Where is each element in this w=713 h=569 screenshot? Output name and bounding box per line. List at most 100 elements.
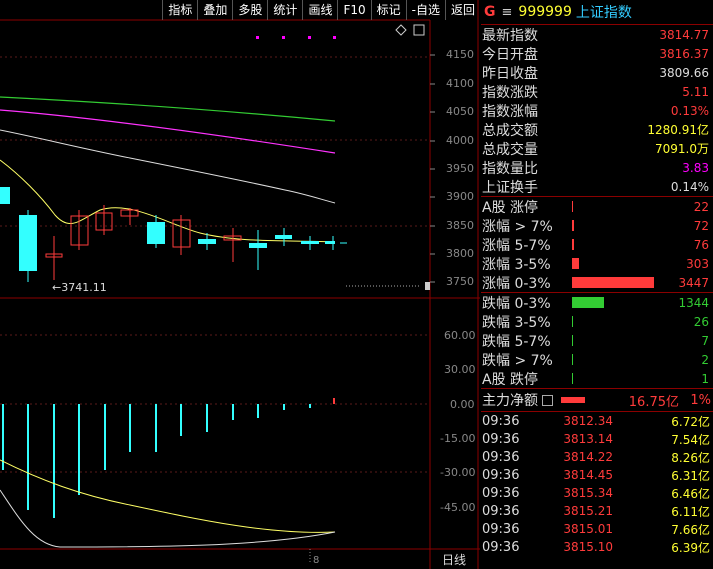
down-bar bbox=[572, 373, 573, 384]
daily-button[interactable]: 日线 bbox=[442, 553, 466, 567]
tick-price: 3815.34 bbox=[563, 486, 613, 500]
back-button[interactable]: 返回 bbox=[444, 0, 480, 20]
remove-watchlist-button[interactable]: -自选 bbox=[405, 0, 445, 20]
up-row: 涨幅 > 7% 72 bbox=[481, 216, 713, 235]
quote-value: 3.83 bbox=[682, 160, 709, 175]
tick-price: 3815.01 bbox=[563, 522, 613, 536]
down-count: 2 bbox=[701, 352, 709, 367]
svg-text:-30.00: -30.00 bbox=[440, 466, 475, 479]
stock-name: 上证指数 bbox=[575, 5, 632, 21]
quote-row: 总成交量 7091.0万 bbox=[481, 139, 713, 158]
tick-price: 3814.22 bbox=[563, 450, 613, 464]
down-label: 跌幅 > 7% bbox=[482, 352, 553, 369]
draw-line-button[interactable]: 画线 bbox=[302, 0, 337, 20]
tick-row: 09:36 3815.01 7.66亿 bbox=[481, 520, 713, 538]
quote-label: 最新指数 bbox=[482, 27, 538, 44]
svg-text:30.00: 30.00 bbox=[444, 363, 476, 376]
stats-button[interactable]: 统计 bbox=[267, 0, 302, 20]
tick-time: 09:36 bbox=[482, 413, 520, 429]
tick-time: 09:36 bbox=[482, 485, 520, 501]
up-count: 3447 bbox=[678, 275, 709, 290]
fund-pct: 1% bbox=[690, 392, 711, 408]
quote-value: 5.11 bbox=[682, 84, 709, 99]
down-row: 跌幅 5-7% 7 bbox=[481, 331, 713, 350]
up-count: 76 bbox=[693, 237, 709, 252]
quote-value: 7091.0万 bbox=[655, 142, 709, 156]
date-tick: 8 bbox=[313, 555, 319, 566]
down-label: A股 跌停 bbox=[482, 371, 539, 388]
overlay-button[interactable]: 叠加 bbox=[197, 0, 232, 20]
down-row: 跌幅 3-5% 26 bbox=[481, 312, 713, 331]
sub-axis: 60.00 30.00 0.00 -15.00 -30.00 -45.00 bbox=[440, 329, 476, 514]
down-row: A股 跌停 1 bbox=[481, 369, 713, 388]
fund-icon[interactable] bbox=[542, 394, 553, 406]
quote-row: 上证换手 0.14% bbox=[481, 177, 713, 196]
mark-button[interactable]: 标记 bbox=[370, 0, 406, 20]
up-label: A股 涨停 bbox=[482, 199, 539, 216]
down-count: 26 bbox=[693, 314, 709, 329]
kline-chart[interactable]: ←3741.11 4150 4100 4050 4000 3950 3900 3… bbox=[0, 0, 480, 569]
tick-row: 09:36 3813.14 7.54亿 bbox=[481, 430, 713, 448]
tick-volume: 6.39亿 bbox=[671, 540, 710, 555]
tick-volume: 6.31亿 bbox=[671, 468, 710, 483]
multi-stock-button[interactable]: 多股 bbox=[232, 0, 267, 20]
stock-code: 999999 bbox=[518, 4, 572, 20]
fund-label: 主力净额 bbox=[482, 393, 538, 409]
quote-list: 最新指数 3814.77 今日开盘 3816.37 昨日收盘 3809.66 指数涨跌 5.1… bbox=[481, 25, 713, 196]
tick-price: 3814.45 bbox=[563, 468, 613, 482]
menu-icon[interactable]: ≡ bbox=[502, 5, 513, 20]
tick-time: 09:36 bbox=[482, 449, 520, 465]
tick-row: 09:36 3812.34 6.72亿 bbox=[481, 412, 713, 430]
tick-row: 09:36 3815.34 6.46亿 bbox=[481, 484, 713, 502]
up-row: 涨幅 5-7% 76 bbox=[481, 235, 713, 254]
quote-value: 3814.77 bbox=[659, 27, 709, 42]
up-row: 涨幅 3-5% 303 bbox=[481, 254, 713, 273]
price-axis: 4150 4100 4050 4000 3950 3900 3850 3800 … bbox=[446, 48, 474, 288]
tick-price: 3812.34 bbox=[563, 414, 613, 428]
quote-panel: G ≡ 999999 上证指数 最新指数 3814.77 今日开盘 3816.37 昨日… bbox=[481, 0, 713, 569]
tick-volume: 7.66亿 bbox=[671, 522, 710, 537]
down-label: 跌幅 5-7% bbox=[482, 333, 551, 350]
up-distribution: A股 涨停 22 涨幅 > 7% 72 涨幅 5-7% 76 涨幅 3-5% 303 涨幅 0-… bbox=[481, 197, 713, 292]
quote-row: 今日开盘 3816.37 bbox=[481, 44, 713, 63]
quote-row: 总成交额 1280.91亿 bbox=[481, 120, 713, 139]
main-fund-row: 主力净额 16.75亿 1% bbox=[481, 389, 713, 412]
tick-row: 09:36 3815.10 6.39亿 bbox=[481, 538, 713, 556]
up-label: 涨幅 3-5% bbox=[482, 256, 551, 273]
indicator-button[interactable]: 指标 bbox=[162, 0, 197, 20]
svg-text:3850: 3850 bbox=[446, 219, 474, 232]
tick-price: 3813.14 bbox=[563, 432, 613, 446]
up-bar bbox=[572, 258, 579, 269]
quote-label: 总成交量 bbox=[482, 141, 538, 158]
quote-value: 0.14% bbox=[670, 179, 709, 194]
svg-text:4000: 4000 bbox=[446, 134, 474, 147]
down-count: 1 bbox=[701, 371, 709, 386]
tick-time: 09:36 bbox=[482, 503, 520, 519]
down-distribution: 跌幅 0-3% 1344 跌幅 3-5% 26 跌幅 5-7% 7 跌幅 > 7% 2 A股 跌… bbox=[481, 293, 713, 388]
tick-list: 09:36 3812.34 6.72亿 09:36 3813.14 7.54亿 09:36 3… bbox=[481, 412, 713, 556]
down-bar bbox=[572, 354, 573, 365]
down-label: 跌幅 0-3% bbox=[482, 295, 551, 312]
g-icon[interactable]: G bbox=[484, 4, 496, 20]
f10-button[interactable]: F10 bbox=[337, 0, 370, 20]
quote-value: 3809.66 bbox=[659, 65, 709, 80]
tick-time: 09:36 bbox=[482, 467, 520, 483]
tick-volume: 7.54亿 bbox=[671, 432, 710, 447]
svg-text:0.00: 0.00 bbox=[450, 398, 475, 411]
quote-value: 1280.91亿 bbox=[647, 123, 709, 137]
indicator-dots bbox=[256, 36, 336, 39]
svg-text:-45.00: -45.00 bbox=[440, 501, 475, 514]
svg-text:4150: 4150 bbox=[446, 48, 474, 61]
tick-volume: 6.11亿 bbox=[671, 504, 710, 519]
up-count: 303 bbox=[686, 256, 709, 271]
down-bar bbox=[572, 316, 573, 327]
down-row: 跌幅 0-3% 1344 bbox=[481, 293, 713, 312]
down-count: 1344 bbox=[678, 295, 709, 310]
fund-value: 16.75亿 bbox=[628, 394, 679, 410]
tick-volume: 6.46亿 bbox=[671, 486, 710, 501]
fund-bar bbox=[561, 397, 585, 403]
tick-volume: 8.26亿 bbox=[671, 450, 710, 465]
chart-toolbar: 指标 叠加 多股 统计 画线 F10 标记 -自选 返回 bbox=[0, 0, 480, 20]
tick-volume: 6.72亿 bbox=[671, 414, 710, 429]
quote-label: 总成交额 bbox=[482, 122, 538, 139]
